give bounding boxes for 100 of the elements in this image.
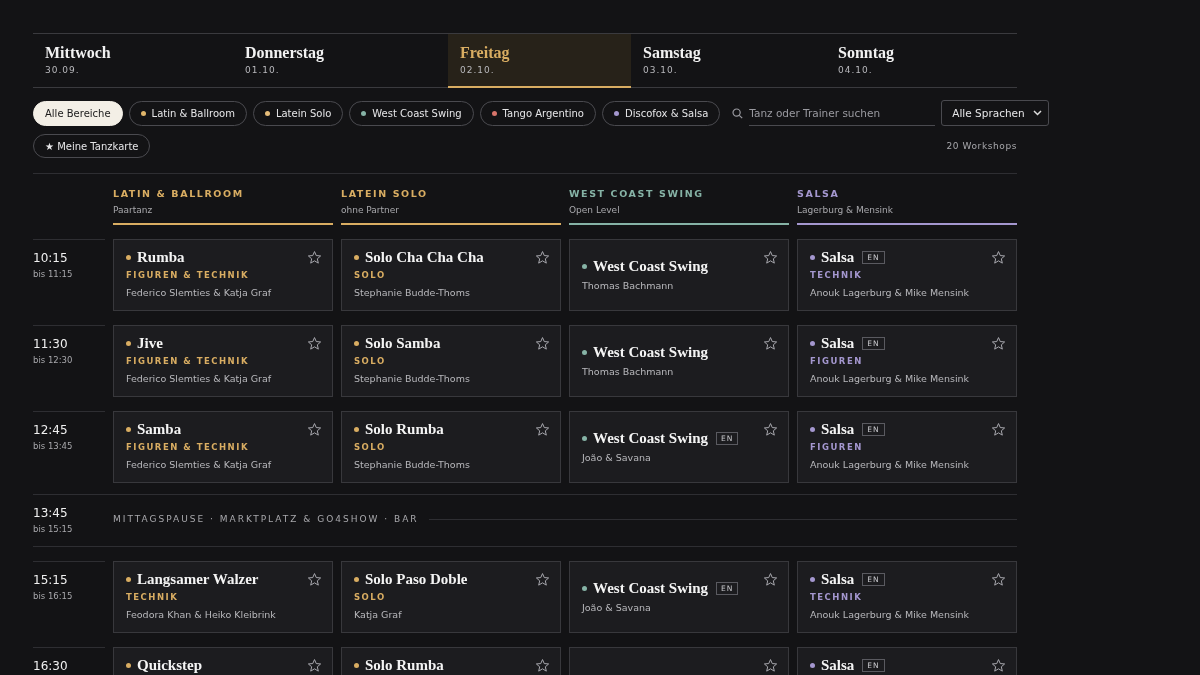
workshop-card[interactable]: Solo Cha Cha Cha SOLO Stephanie Budde-Thoms (341, 239, 561, 311)
star-icon[interactable] (535, 250, 550, 265)
workshop-category: TECHNIK (810, 592, 864, 602)
start-time: 15:15 (33, 573, 69, 587)
workshop-title: Solo Samba (365, 335, 441, 352)
search-field[interactable]: Tanz oder Trainer suchen (749, 100, 936, 126)
workshop-card[interactable]: Quickstep (113, 647, 333, 675)
workshop-category: SOLO (354, 592, 387, 602)
star-icon[interactable] (763, 422, 778, 437)
trainer-name: Stephanie Budde-Thoms (354, 287, 471, 298)
workshop-title: Solo Rumba (365, 421, 444, 438)
column-header: LATEIN SOLO ohne Partner (341, 188, 561, 225)
workshop-title: Solo Paso Doble (365, 571, 468, 588)
trainer-name: Stephanie Budde-Thoms (354, 373, 470, 384)
end-time: bis 11:15 (33, 269, 74, 279)
trainer-name: Anouk Lagerburg & Mike Mensink (810, 609, 970, 620)
day-tab[interactable]: Sonntag 04.10. (826, 34, 1017, 88)
start-time: 10:15 (33, 251, 69, 265)
trainer-name: Stephanie Budde-Thoms (354, 459, 470, 470)
star-icon[interactable] (535, 572, 550, 587)
chevron-icon (1032, 110, 1042, 116)
star-icon[interactable] (535, 658, 550, 673)
star-icon[interactable] (307, 250, 322, 265)
start-time: 16:30 (33, 659, 69, 673)
workshop-card[interactable]: Langsamer Walzer TECHNIK Feodora Khan & Heiko Kleibrink (113, 561, 333, 633)
trainer-name: Federico Slemties & Katja Graf (126, 373, 272, 384)
search-icon (732, 107, 744, 119)
star-icon[interactable] (535, 422, 550, 437)
workshop-title: West Coast Swing (593, 430, 708, 447)
workshop-title: Salsa (821, 335, 855, 352)
trainer-name: Thomas Bachmann (582, 366, 675, 377)
workshop-card[interactable]: Solo Samba SOLO Stephanie Budde-Thoms (341, 325, 561, 397)
end-time: bis 15:15 (33, 524, 74, 534)
trainer-name: Federico Slemties & Katja Graf (126, 459, 272, 470)
workshop-title: Solo Cha Cha Cha (365, 249, 484, 266)
star-icon[interactable] (307, 658, 322, 673)
workshop-card[interactable]: Samba FIGUREN & TECHNIK Federico Slemties & Katja Graf (113, 411, 333, 483)
star-icon[interactable] (991, 422, 1006, 437)
star-icon[interactable] (991, 250, 1006, 265)
star-icon[interactable] (307, 422, 322, 437)
star-icon[interactable] (991, 658, 1006, 673)
trainer-name: Anouk Lagerburg & Mike Mensink (810, 459, 970, 470)
workshop-category: FIGUREN & TECHNIK (126, 442, 250, 452)
break-label: MITTAGSPAUSE · MARKTPLATZ & GO4SHOW · BAR (113, 514, 419, 524)
trainer-name: Katja Graf (354, 609, 403, 620)
star-icon[interactable] (991, 572, 1006, 587)
workshop-category: FIGUREN & TECHNIK (126, 356, 250, 366)
workshop-category: TECHNIK (810, 270, 864, 280)
filter-chip[interactable]: Alle Bereiche (33, 100, 123, 126)
end-time: bis 13:45 (33, 441, 74, 451)
trainer-name: Feodora Khan & Heiko Kleibrink (126, 609, 276, 620)
workshop-title: Langsamer Walzer (137, 571, 259, 588)
start-time: 13:45 (33, 506, 69, 520)
workshop-title: Samba (137, 421, 182, 438)
workshop-card[interactable]: Solo Rumba SOLO Stephanie Budde-Thoms (341, 411, 561, 483)
day-tab[interactable]: Donnerstag 01.10. (233, 34, 448, 88)
star-icon[interactable] (991, 336, 1006, 351)
workshop-title: West Coast Swing (593, 258, 708, 275)
column-header: LATIN & BALLROOM Paartanz (113, 188, 333, 225)
workshop-category: FIGUREN & TECHNIK (126, 270, 250, 280)
trainer-name: Anouk Lagerburg & Mike Mensink (810, 287, 970, 298)
workshop-card[interactable]: West Coast Swing Thomas Bachmann (569, 239, 789, 311)
trainer-name: João & Savana (582, 602, 652, 613)
workshop-title: West Coast Swing (593, 580, 708, 597)
star-icon[interactable] (763, 336, 778, 351)
end-time: bis 12:30 (33, 355, 74, 365)
workshop-category: SOLO (354, 270, 387, 280)
workshop-card[interactable]: West Coast Swing Thomas Bachmann (569, 325, 789, 397)
workshop-title: Solo Rumba (365, 657, 444, 674)
star-icon[interactable] (535, 336, 550, 351)
star-icon[interactable] (307, 336, 322, 351)
workshop-category: TECHNIK (126, 592, 180, 602)
day-tab[interactable]: Samstag 03.10. (631, 34, 826, 88)
workshop-title: Salsa (821, 421, 855, 438)
end-time: bis 16:15 (33, 591, 74, 601)
workshop-title: Rumba (137, 249, 185, 266)
column-header: SALSA Lagerburg & Mensink (797, 188, 1017, 225)
workshop-title: Quickstep (137, 657, 202, 674)
workshop-card[interactable]: Rumba FIGUREN & TECHNIK Federico Slemties & Katja Graf (113, 239, 333, 311)
star-icon[interactable] (307, 572, 322, 587)
star-icon[interactable] (763, 250, 778, 265)
workshop-card[interactable]: Solo Paso Doble SOLO Katja Graf (341, 561, 561, 633)
language-select[interactable]: Alle Sprachen (941, 100, 1049, 126)
day-tab[interactable]: Mittwoch 30.09. (33, 34, 233, 88)
star-icon[interactable] (763, 658, 778, 673)
workshop-card[interactable]: Solo Rumba (341, 647, 561, 675)
workshop-category: FIGUREN (810, 442, 864, 452)
workshop-title: Salsa (821, 571, 855, 588)
star-icon[interactable] (763, 572, 778, 587)
workshop-category: SOLO (354, 442, 387, 452)
trainer-name: Anouk Lagerburg & Mike Mensink (810, 373, 970, 384)
trainer-name: Thomas Bachmann (582, 280, 675, 291)
day-tab[interactable]: Freitag 02.10. (448, 34, 631, 88)
workshop-title: Salsa (821, 249, 855, 266)
start-time: 11:30 (33, 337, 69, 351)
workshop-category: SOLO (354, 356, 387, 366)
workshop-card[interactable]: Jive FIGUREN & TECHNIK Federico Slemties & Katja Graf (113, 325, 333, 397)
start-time: 12:45 (33, 423, 69, 437)
trainer-name: Federico Slemties & Katja Graf (126, 287, 272, 298)
column-header: WEST COAST SWING Open Level (569, 188, 789, 225)
